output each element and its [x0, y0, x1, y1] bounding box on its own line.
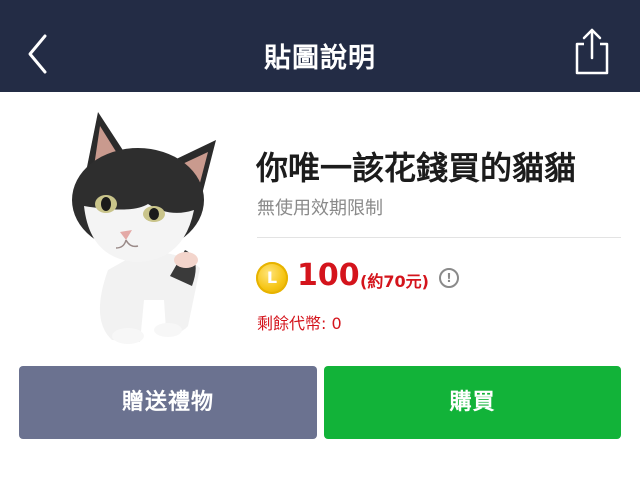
price-value: 100: [297, 258, 360, 293]
send-gift-button[interactable]: 贈送禮物: [19, 366, 317, 439]
share-icon: [575, 28, 609, 75]
cat-illustration: [72, 112, 216, 344]
sticker-preview-image: [20, 100, 244, 348]
app-header: 貼圖說明: [0, 0, 640, 92]
product-name: 你唯一該花錢買的貓貓: [256, 149, 577, 187]
info-icon[interactable]: !: [439, 268, 459, 288]
buy-button[interactable]: 購買: [324, 366, 621, 439]
page-title: 貼圖說明: [264, 43, 376, 74]
line-coin-icon: L: [256, 262, 288, 294]
divider: [257, 237, 621, 238]
coin-letter: L: [266, 268, 278, 287]
price-approx: (約70元): [360, 272, 429, 291]
share-button[interactable]: [572, 26, 612, 76]
validity-text: 無使用效期限制: [257, 198, 383, 219]
coin-balance: 剩餘代幣: 0: [257, 314, 342, 333]
